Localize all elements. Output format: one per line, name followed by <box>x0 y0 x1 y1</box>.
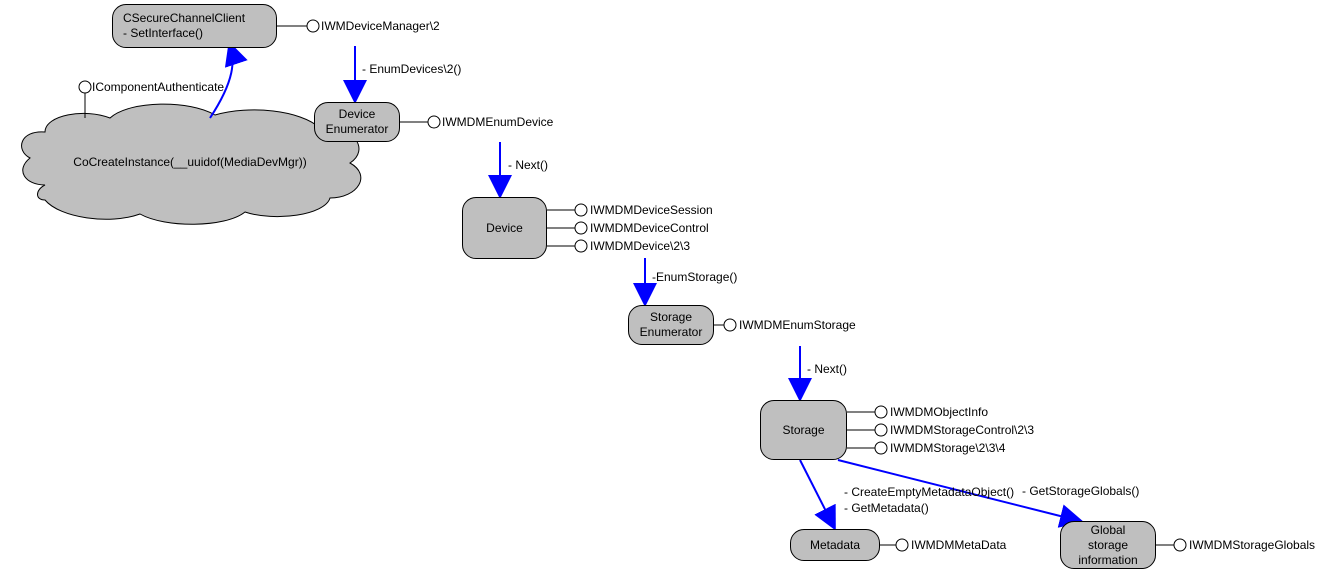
iface-compauth: IComponentAuthenticate <box>92 80 224 94</box>
iface-metadata: IWMDMMetaData <box>911 538 1006 552</box>
iface-devmgr: IWMDeviceManager\2 <box>321 19 440 33</box>
node-device-enumerator: Device Enumerator <box>314 102 400 142</box>
edge-next1: - Next() <box>508 158 548 172</box>
lollipop-storglobals <box>1174 539 1186 551</box>
device-text: Device <box>486 221 523 236</box>
storenum-line2: Enumerator <box>640 325 703 340</box>
devenum-line1: Device <box>339 107 376 122</box>
metadata-text: Metadata <box>810 538 860 553</box>
edge-next2: - Next() <box>807 362 847 376</box>
lollipop-devversions <box>575 240 587 252</box>
lollipop-metadata <box>896 539 908 551</box>
node-storage-enumerator: Storage Enumerator <box>628 305 714 345</box>
edge-getstorglobals: - GetStorageGlobals() <box>1022 484 1139 498</box>
iface-enumstorage: IWMDMEnumStorage <box>739 318 856 332</box>
iface-storcontrol: IWMDMStorageControl\2\3 <box>890 423 1034 437</box>
lollipop-devcontrol <box>575 222 587 234</box>
iface-objinfo: IWMDMObjectInfo <box>890 405 988 419</box>
lollipop-enumdevice <box>428 116 440 128</box>
storenum-line1: Storage <box>650 310 692 325</box>
node-device: Device <box>462 197 547 259</box>
node-storage: Storage <box>760 400 847 460</box>
node-metadata: Metadata <box>790 529 880 561</box>
iface-devversions: IWMDMDevice\2\3 <box>590 239 690 253</box>
iface-enumdevice: IWMDMEnumDevice <box>442 115 553 129</box>
lollipop-compauth <box>79 81 91 93</box>
iface-devsession: IWMDMDeviceSession <box>590 203 713 217</box>
iface-storglobals: IWMDMStorageGlobals <box>1189 538 1315 552</box>
storage-text: Storage <box>782 423 824 438</box>
edge-createmeta: - CreateEmptyMetadataObject() <box>844 485 1014 499</box>
devenum-line2: Enumerator <box>326 122 389 137</box>
node-secure-channel-client: CSecureChannelClient - SetInterface() <box>112 4 277 48</box>
lollipop-enumstorage <box>724 319 736 331</box>
edge-getmeta: - GetMetadata() <box>844 501 929 515</box>
globals-line3: information <box>1078 553 1137 568</box>
iface-storversions: IWMDMStorage\2\3\4 <box>890 441 1005 455</box>
node-secure-line2: - SetInterface() <box>123 26 203 41</box>
lollipop-storcontrol <box>875 424 887 436</box>
lollipop-devmgr <box>307 20 319 32</box>
iface-devcontrol: IWMDMDeviceControl <box>590 221 709 235</box>
lollipop-storversions <box>875 442 887 454</box>
edge-enumdevices: - EnumDevices\2() <box>362 62 461 76</box>
lollipop-devsession <box>575 204 587 216</box>
lollipop-objinfo <box>875 406 887 418</box>
edge-enumstorage: -EnumStorage() <box>652 270 737 284</box>
globals-line1: Global <box>1091 523 1126 538</box>
globals-line2: storage <box>1088 538 1128 553</box>
arrow-createmeta <box>800 460 834 527</box>
node-global-storage-info: Global storage information <box>1060 521 1156 569</box>
cloud-text: CoCreateInstance(__uuidof(MediaDevMgr)) <box>60 155 320 169</box>
node-secure-line1: CSecureChannelClient <box>123 11 245 26</box>
